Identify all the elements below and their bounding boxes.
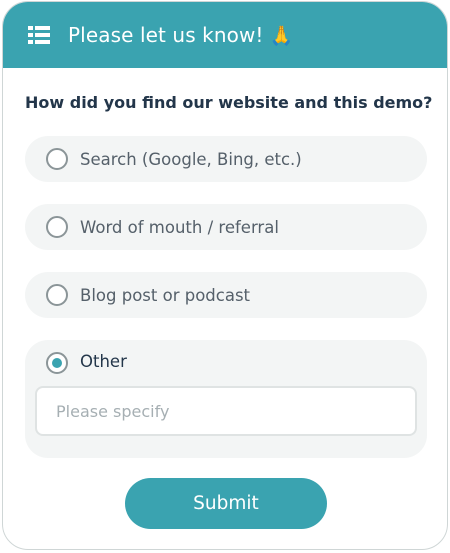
option-search[interactable]: Search (Google, Bing, etc.) xyxy=(25,136,427,182)
list-icon xyxy=(28,25,50,45)
specify-input[interactable] xyxy=(35,386,417,436)
question-text: How did you find our website and this de… xyxy=(25,93,433,112)
radio-button-selected[interactable] xyxy=(46,352,68,374)
option-label: Other xyxy=(80,352,127,371)
radio-button[interactable] xyxy=(46,284,68,306)
submit-button[interactable]: Submit xyxy=(125,478,327,529)
option-blog-post[interactable]: Blog post or podcast xyxy=(25,272,427,318)
option-label: Search (Google, Bing, etc.) xyxy=(80,149,302,169)
option-word-of-mouth[interactable]: Word of mouth / referral xyxy=(25,204,427,250)
option-label: Blog post or podcast xyxy=(80,285,251,305)
survey-header: Please let us know! 🙏 xyxy=(3,2,447,68)
option-label: Word of mouth / referral xyxy=(80,217,279,237)
survey-card: Please let us know! 🙏 How did you find o… xyxy=(2,1,448,550)
radio-button[interactable] xyxy=(46,148,68,170)
radio-button[interactable] xyxy=(46,216,68,238)
header-title: Please let us know! xyxy=(68,23,264,47)
folded-hands-emoji: 🙏 xyxy=(269,24,294,47)
